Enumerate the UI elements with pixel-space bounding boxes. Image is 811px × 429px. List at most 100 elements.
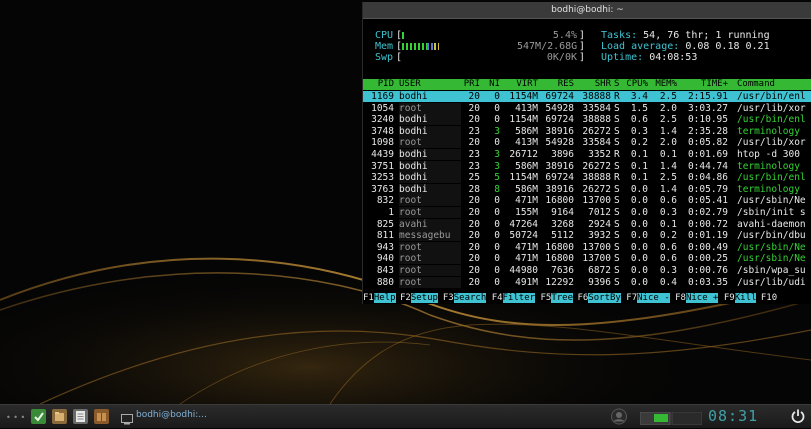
cell-virt: 1154M	[509, 91, 538, 102]
column-header-virt[interactable]: VIRT	[500, 79, 538, 90]
column-header-pid[interactable]: PID	[363, 79, 394, 90]
table-row[interactable]: 825 avahi 20 0 47264 3268 2924 S 0.0 0.1 0:00.72 av…	[363, 218, 811, 230]
cell-time: 0:00.25	[687, 253, 728, 265]
cell-time: 0:02.79	[687, 207, 728, 218]
cell-virt: 586M	[515, 183, 538, 195]
cell-user: root	[399, 276, 422, 288]
terminal-task-label[interactable]: bodhi@bodhi:...	[136, 410, 207, 425]
cell-time: 0:01.69	[687, 149, 728, 160]
table-row[interactable]: 940 root 20 0 471M 16800 13700 S 0.0 0.6 0:00.25/u…	[363, 253, 811, 265]
table-row[interactable]: 880 root 20 0 491M 12292 9396 S 0.0 0.4 0:03.35/us…	[363, 276, 811, 288]
clock[interactable]: 08:31	[708, 407, 758, 425]
table-row[interactable]: 1098 root 20 0 413M 54928 33584 S 0.2 2.0 0:05.82/…	[363, 137, 811, 149]
table-row[interactable]: 943 root 20 0 471M 16800 13700 S 0.0 0.6 0:00.49/u…	[363, 241, 811, 253]
fkey-f1[interactable]: F1Help	[363, 292, 396, 304]
mem-meter-fill-buffers	[426, 43, 434, 50]
table-row[interactable]: 3763 bodhi 28 8 586M 38916 26272 S 0.0 1.4 0:05.79…	[363, 183, 811, 195]
fkey-f8[interactable]: F8Nice +	[675, 292, 719, 304]
cell-virt: 491M	[515, 276, 538, 288]
cell-time: 0:01.19	[687, 230, 728, 242]
cell-shr: 2924	[588, 218, 611, 230]
cell-virt: 1154M	[509, 172, 538, 184]
fkey-f10[interactable]: F10	[760, 292, 778, 304]
cell-pri: 20	[468, 114, 480, 126]
cell-ni: 0	[494, 114, 500, 126]
cell-pri: 23	[468, 160, 480, 172]
cell-shr: 38888	[582, 172, 611, 184]
cell-command: /sbin/wpa_su	[737, 265, 806, 276]
table-row[interactable]: 3748 bodhi 23 3 586M 38916 26272 S 0.3 1.4 2:35.28…	[363, 125, 811, 137]
uptime-label: Uptime:	[601, 52, 644, 63]
table-row[interactable]: 3751 bodhi 23 3 586M 38916 26272 S 0.1 1.4 0:44.74…	[363, 160, 811, 172]
cell-cpu: 0.0	[630, 253, 648, 265]
cell-ni: 0	[494, 218, 500, 230]
fkey-f9[interactable]: F9Kill	[723, 292, 757, 304]
column-header-user[interactable]: USER	[399, 79, 461, 90]
cell-time: 0:05.41	[687, 195, 728, 207]
table-row[interactable]: 832 root 20 0 471M 16800 13700 S 0.0 0.6 0:05.41/u…	[363, 195, 811, 207]
terminal-task-icon[interactable]	[121, 410, 133, 425]
cell-time: 0:03.35	[687, 276, 728, 288]
column-header-ni[interactable]: NI	[480, 79, 500, 90]
package-icon[interactable]	[94, 409, 109, 424]
window-title[interactable]: bodhi@bodhi: ~	[363, 2, 811, 19]
column-header-pri[interactable]: PRI	[460, 79, 480, 90]
cell-pri: 20	[468, 207, 480, 218]
terminal-window[interactable]: bodhi@bodhi: ~ CPU [ 5.4% ] Mem [ 547M/2…	[362, 2, 811, 304]
cell-res: 54928	[545, 102, 574, 114]
cell-pid: 825	[376, 218, 394, 230]
table-row[interactable]: 1 root 20 0 155M 9164 7012 S 0.0 0.3 0:02.79/sbin/…	[363, 207, 811, 218]
fkey-label: Tree	[551, 293, 574, 303]
cell-cpu: 0.1	[630, 172, 648, 184]
cell-ni: 3	[494, 125, 500, 137]
process-table-header[interactable]: PID USER PRI NI VIRT RES SHR S CPU% MEM% TIME+ Comm…	[363, 79, 811, 90]
cell-user: bodhi	[399, 91, 428, 102]
cell-shr: 26272	[582, 160, 611, 172]
table-row[interactable]: 3240 bodhi 20 0 1154M 69724 38888 S 0.6 2.5 0:10.9…	[363, 114, 811, 126]
cell-res: 5112	[551, 230, 574, 242]
cell-user: root	[399, 195, 422, 207]
column-header-shr[interactable]: SHR	[574, 79, 611, 90]
table-row-selected[interactable]: 1169 bodhi 20 0 1154M 69724 38888 R 3.4 2.5 2:15.9…	[363, 91, 811, 102]
cell-mem: 0.4	[659, 276, 677, 288]
column-header-cpu[interactable]: CPU%	[622, 79, 648, 90]
fkey-f3[interactable]: F3Search	[442, 292, 487, 304]
cell-virt: 413M	[515, 102, 538, 114]
cell-virt: 471M	[515, 253, 538, 265]
fkey-f2[interactable]: F2Setup	[400, 292, 438, 304]
cell-cpu: 0.0	[630, 195, 648, 207]
swap-meter-value: 0K/0K	[546, 52, 577, 63]
table-row[interactable]: 4439 bodhi 23 3 26712 3896 3352 R 0.1 0.1 0:01.69 h…	[363, 149, 811, 160]
fkey-f5[interactable]: F5Tree	[540, 292, 574, 304]
table-row[interactable]: 3253 bodhi 25 5 1154M 69724 38888 R 0.1 2.5 0:04.8…	[363, 172, 811, 184]
cell-cpu: 3.4	[630, 91, 648, 102]
cell-res: 38916	[545, 160, 574, 172]
cell-shr: 3352	[588, 149, 611, 160]
load-label: Load average:	[601, 41, 680, 52]
fkey-f4[interactable]: F4Filter	[491, 292, 536, 304]
table-row[interactable]: 811 messagebu 20 0 50724 5112 3932 S 0.0 0.2 0:01.…	[363, 230, 811, 242]
fkey-label: Nice -	[637, 293, 670, 303]
power-icon[interactable]	[790, 408, 806, 424]
files-icon[interactable]	[52, 409, 67, 424]
fkey-f7[interactable]: F7Nice -	[626, 292, 670, 304]
workspace-pager[interactable]	[639, 410, 703, 426]
column-header-command[interactable]: Command	[737, 79, 811, 90]
avatar-icon[interactable]	[610, 408, 628, 425]
cell-user: bodhi	[399, 160, 428, 172]
menu-dots-icon[interactable]: • • •	[6, 413, 25, 428]
cell-mem: 0.3	[659, 265, 677, 276]
notes-icon[interactable]	[73, 409, 88, 424]
cell-mem: 1.4	[659, 183, 677, 195]
table-row[interactable]: 843 root 20 0 44980 7636 6872 S 0.0 0.3 0:00.76/sb…	[363, 265, 811, 276]
settings-icon[interactable]	[31, 409, 46, 424]
cpu-meter-fill	[402, 32, 406, 39]
column-header-time[interactable]: TIME+	[677, 79, 728, 90]
column-header-res[interactable]: RES	[538, 79, 574, 90]
function-key-bar[interactable]: F1Help F2Setup F3Search F4Filter F5Tree F6Sor…	[363, 292, 811, 304]
cell-pri: 20	[468, 276, 480, 288]
fkey-f6[interactable]: F6SortBy	[577, 292, 621, 304]
cell-mem: 0.1	[659, 149, 677, 160]
table-row[interactable]: 1054 root 20 0 413M 54928 33584 S 1.5 2.0 3:03.27/…	[363, 102, 811, 114]
column-header-mem[interactable]: MEM%	[649, 79, 677, 90]
